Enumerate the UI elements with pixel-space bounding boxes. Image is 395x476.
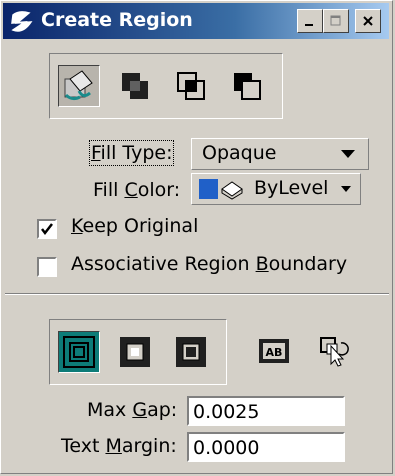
- difference-icon: [234, 73, 261, 100]
- checkmark-icon: [41, 223, 53, 236]
- fill-color-value: ByLevel: [254, 177, 329, 199]
- flood-method-button[interactable]: [58, 65, 100, 107]
- create-region-window: Create Region Fill Type: Opaque Fill Col…: [0, 0, 393, 474]
- single-region-icon: [120, 337, 150, 367]
- text-margin-value: 0.0000: [193, 437, 260, 459]
- multi-region-mode-button[interactable]: [170, 331, 212, 373]
- chevron-down-icon: [341, 186, 351, 192]
- mode-toolbox: [49, 319, 227, 385]
- single-region-mode-button[interactable]: [114, 331, 156, 373]
- window-title: Create Region: [41, 9, 193, 31]
- color-swatch-icon: [199, 179, 244, 200]
- assoc-boundary-label[interactable]: Associative Region Boundary: [71, 253, 347, 275]
- fill-type-value: Opaque: [202, 142, 277, 164]
- multi-region-icon: [176, 337, 206, 367]
- union-method-button[interactable]: [114, 65, 156, 107]
- close-button[interactable]: [355, 9, 381, 33]
- intersection-method-button[interactable]: [170, 65, 212, 107]
- text-ab-icon: AB: [259, 339, 289, 363]
- method-toolbox: [49, 53, 283, 119]
- keep-original-label[interactable]: Keep Original: [71, 215, 198, 237]
- fill-color-dropdown[interactable]: ByLevel: [191, 173, 361, 205]
- chevron-down-icon: [341, 150, 355, 158]
- union-icon: [122, 73, 148, 99]
- difference-method-button[interactable]: [226, 65, 268, 107]
- flood-region-icon: [64, 70, 93, 101]
- divider: [5, 293, 389, 295]
- keep-original-checkbox[interactable]: [37, 219, 57, 239]
- fill-color-label: Fill Color:: [93, 179, 181, 201]
- flood-text-mode-icon: [63, 336, 95, 368]
- max-gap-value: 0.0025: [193, 401, 260, 423]
- fill-type-dropdown[interactable]: Opaque: [191, 138, 369, 170]
- text-margin-label: Text Margin:: [61, 435, 177, 457]
- fill-type-label: Fill Type:: [88, 140, 175, 166]
- select-element-button[interactable]: [313, 330, 355, 372]
- max-gap-label: Max Gap:: [87, 399, 178, 421]
- microstation-logo-icon: [11, 11, 33, 32]
- minimize-button[interactable]: [297, 9, 323, 33]
- intersection-icon: [177, 72, 205, 100]
- close-icon: [363, 16, 373, 26]
- maximize-icon: [330, 15, 341, 26]
- select-element-icon: [320, 337, 349, 367]
- maximize-button[interactable]: [323, 9, 349, 33]
- max-gap-input[interactable]: 0.0025: [187, 396, 345, 426]
- text-ab-button[interactable]: AB: [253, 330, 295, 372]
- text-margin-input[interactable]: 0.0000: [187, 432, 345, 462]
- minimize-icon: [305, 24, 313, 26]
- flood-text-mode-button[interactable]: [58, 331, 100, 373]
- title-bar[interactable]: Create Region: [3, 3, 389, 39]
- assoc-boundary-checkbox[interactable]: [37, 257, 57, 277]
- svg-text:AB: AB: [266, 346, 283, 359]
